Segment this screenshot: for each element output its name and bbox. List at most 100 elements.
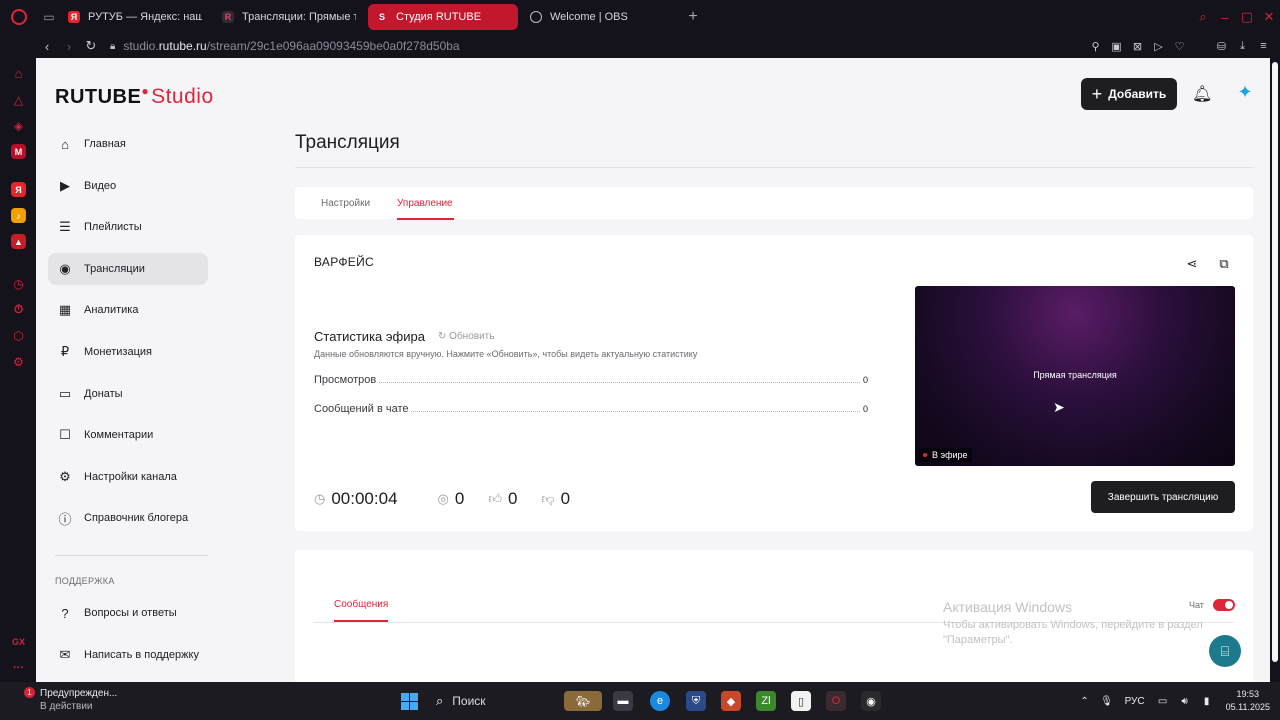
download-icon[interactable]: ⤓ (1232, 40, 1253, 53)
extensions-icon[interactable]: ⬡ (11, 328, 26, 343)
browser-tab-1[interactable]: Я РУТУБ — Яндекс: нашло (60, 4, 210, 30)
edge-icon[interactable]: e (650, 691, 670, 711)
avatar[interactable]: ✦ (1233, 82, 1257, 106)
search-tabs-icon[interactable]: ⌕ (1192, 9, 1214, 25)
sidebar-item-video[interactable]: ▶ Видео (48, 170, 208, 202)
likes-count: 0 (507, 489, 518, 508)
snapshot-icon[interactable]: ▣ (1106, 40, 1127, 53)
stat-row-views: Просмотров 0 (314, 374, 868, 386)
app-icon[interactable]: ▲ (11, 234, 26, 249)
maximize-icon[interactable]: ▢ (1236, 9, 1258, 25)
notification-badge: 1 (24, 687, 35, 698)
viewers-icon: ◎ (437, 491, 449, 506)
tab-messages[interactable]: Сообщения (334, 599, 388, 610)
zl-app-icon[interactable]: Zl (756, 691, 776, 711)
music-icon[interactable]: ♪ (11, 208, 26, 223)
chat-toggle[interactable] (1213, 599, 1235, 611)
notification-widget[interactable]: 1 Предупрежден... В действии (24, 687, 117, 713)
browser-tab-3[interactable]: S Студия RUTUBE (368, 4, 518, 30)
open-external-icon[interactable]: ⧉ (1215, 256, 1233, 272)
bell-icon[interactable]: 🔔︎ (1192, 84, 1212, 104)
obs-taskbar-icon[interactable]: ◉ (861, 691, 881, 711)
microphone-icon[interactable]: 🎙︎ (1096, 696, 1118, 707)
end-stream-button[interactable]: Завершить трансляцию (1091, 481, 1235, 513)
tab-settings[interactable]: Настройки (321, 198, 370, 209)
taskbar-search[interactable]: ⌕ Поиск (436, 691, 551, 711)
stats-description: Данные обновляются вручную. Нажмите «Обн… (314, 349, 698, 359)
chat-bubble-icon: ⌸ (1220, 642, 1230, 659)
search-icon: ⌕ (436, 693, 444, 708)
sidebar-item-donations[interactable]: ▭ Донаты (48, 378, 208, 410)
add-button[interactable]: + Добавить (1081, 78, 1177, 110)
settings-sidebar-icon[interactable]: ⚙ (11, 354, 26, 369)
browser-tab-4[interactable]: Welcome | OBS (522, 4, 672, 30)
help-chat-button[interactable]: ⌸ (1209, 635, 1241, 667)
sidebar-item-contact-support[interactable]: ✉ Написать в поддержку (48, 639, 228, 671)
analytics-icon: ▦ (58, 302, 72, 318)
stream-preview[interactable]: Прямая трансляция В эфире ➤ (915, 286, 1235, 466)
document-icon[interactable]: ▯ (791, 691, 811, 711)
more-icon[interactable]: ··· (11, 660, 26, 675)
stream-card: ВАРФЕЙС ⋖ ⧉ Статистика эфира ↻ Обновить … (295, 235, 1253, 531)
pin-icon[interactable]: ⚲ (1085, 40, 1106, 53)
title-divider (295, 167, 1253, 168)
tab-menu-icon[interactable]: ▭ (38, 0, 60, 34)
game-app-icon[interactable]: ◆ (721, 691, 741, 711)
mail-app-icon[interactable]: M (11, 144, 26, 159)
wallet-icon[interactable]: ⛁ (1211, 40, 1232, 53)
windows-start-icon[interactable] (401, 693, 418, 710)
logo-dot: ● (141, 84, 150, 98)
sidebar-item-playlists[interactable]: ☰ Плейлисты (48, 211, 208, 243)
taskbar-clock[interactable]: 19:53 05.11.2025 (1226, 688, 1270, 714)
close-icon[interactable]: ✕ (1258, 9, 1280, 25)
gx-icon[interactable]: GX (11, 634, 26, 649)
sidebar-item-comments[interactable]: ☐ Комментарии (48, 419, 208, 451)
opera-logo-icon[interactable] (0, 0, 38, 34)
comment-icon: ☐ (59, 427, 71, 443)
language-indicator[interactable]: РУС (1118, 696, 1152, 707)
sidebar-item-blogger-guide[interactable]: ⓘ Справочник блогера (48, 502, 208, 534)
url-field[interactable]: 🔒︎ studio. rutube.ru/stream/29c1e096aa090… (110, 39, 460, 53)
home-icon: ⌂ (61, 136, 69, 152)
browser-tab-2[interactable]: R Трансляции: Прямые тр (214, 4, 364, 30)
block-icon[interactable]: ⊠ (1127, 40, 1148, 53)
page-scrollbar[interactable] (1270, 58, 1280, 682)
yandex-sidebar-icon[interactable]: Я (11, 182, 26, 197)
viewers-count: 0 (454, 489, 465, 508)
network-icon[interactable]: ▭ (1152, 696, 1174, 707)
play-icon[interactable]: ▷ (1148, 40, 1169, 53)
sidebar-item-faq[interactable]: ? Вопросы и ответы (48, 597, 228, 629)
share-icon[interactable]: ⋖ (1183, 256, 1201, 272)
like-icon: 👍︎ (488, 491, 502, 506)
opera-taskbar-icon[interactable]: O (826, 691, 846, 711)
minimize-icon[interactable]: – (1214, 10, 1236, 25)
sidebar-item-analytics[interactable]: ▦ Аналитика (48, 294, 208, 326)
menu-icon[interactable]: ≡ (1253, 40, 1274, 52)
refresh-button[interactable]: ↻ Обновить (438, 331, 494, 342)
sidebar-item-monetization[interactable]: ₽ Монетизация (48, 336, 208, 368)
shield-app-icon[interactable]: ⛨ (686, 691, 706, 711)
new-tab-icon[interactable]: + (682, 8, 704, 26)
clock-icon[interactable]: ⏱ (11, 302, 26, 317)
heart-icon[interactable]: ♡ (1169, 40, 1190, 53)
tray-expand-icon[interactable]: ⌃ (1074, 696, 1096, 707)
history-icon[interactable]: ◷ (11, 276, 26, 291)
back-icon[interactable]: ‹ (36, 39, 58, 54)
news-widget-icon[interactable]: 🐅︎ (564, 691, 602, 711)
sidebar-item-home[interactable]: ⌂ Главная (48, 128, 208, 160)
forward-icon[interactable]: › (58, 39, 80, 54)
dislike-icon: 👎︎ (541, 491, 555, 506)
reload-icon[interactable]: ↻ (80, 38, 102, 54)
browser-tab-bar: ▭ Я РУТУБ — Яндекс: нашло R Трансляции: … (0, 0, 1280, 34)
aria-icon[interactable]: △ (11, 92, 26, 107)
home-sidebar-icon[interactable]: ⌂ (11, 66, 26, 81)
tab-manage[interactable]: Управление (397, 198, 453, 209)
file-explorer-icon[interactable]: ▬ (613, 691, 633, 711)
rutube-studio-logo[interactable]: RUTUBE ● Studio (55, 84, 214, 109)
sidebar-item-channel-settings[interactable]: ⚙ Настройки канала (48, 461, 208, 493)
battery-icon[interactable]: ▮ (1196, 696, 1218, 707)
volume-icon[interactable]: 🔊︎ (1174, 696, 1196, 707)
messenger-icon[interactable]: ◈ (11, 118, 26, 133)
playlist-icon: ☰ (59, 219, 71, 235)
sidebar-item-streams[interactable]: ◉ Трансляции (48, 252, 208, 285)
